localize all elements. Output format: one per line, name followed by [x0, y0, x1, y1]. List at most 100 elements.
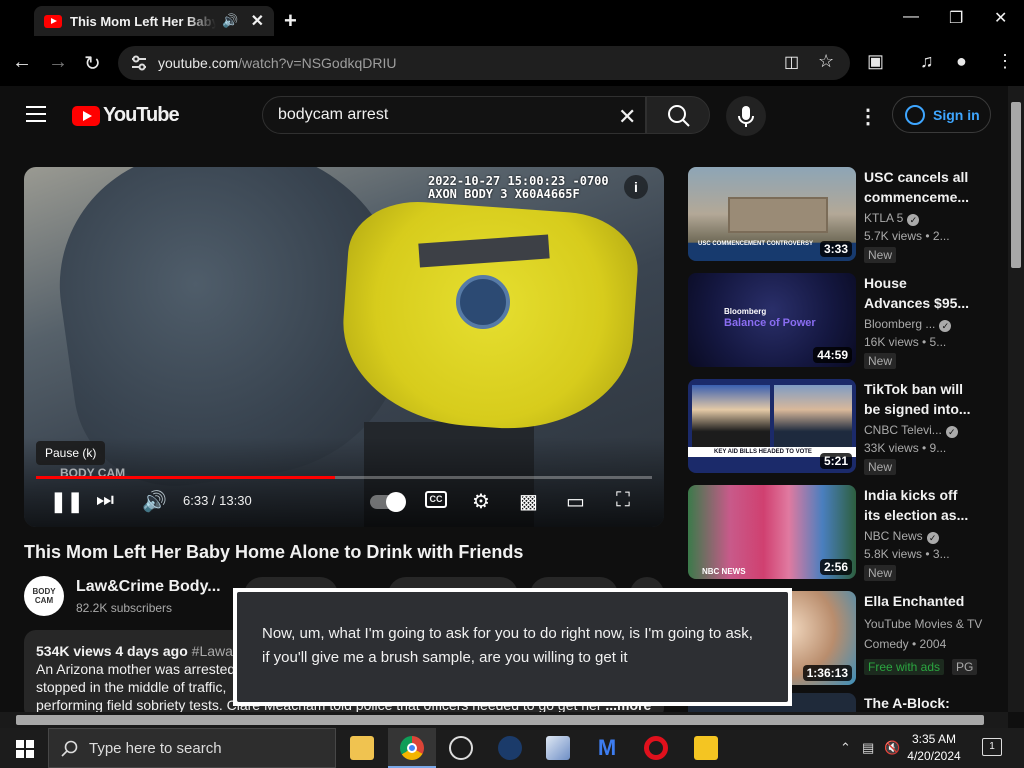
close-tab-icon[interactable]: ✕ [251, 11, 264, 31]
sign-in-label: Sign in [933, 106, 980, 123]
clear-search-icon[interactable]: ✕ [618, 104, 636, 130]
video-meta: Comedy • 2004 [864, 637, 947, 651]
progress-fill [36, 476, 335, 479]
clock-date: 4/20/2024 [907, 749, 961, 763]
notification-count: 1 [989, 741, 995, 752]
video-title: USC cancels all commenceme... [864, 169, 970, 205]
channel-name[interactable]: NBC News ✓ [864, 529, 939, 544]
notification-center-icon[interactable]: 1 [982, 738, 1002, 756]
back-icon[interactable]: ← [12, 51, 32, 74]
theater-mode-icon[interactable]: ▭ [566, 489, 585, 514]
video-duration: 44:59 [813, 347, 852, 363]
browser-tab[interactable]: This Mom Left Her Baby Home Alone to Dri… [34, 6, 274, 36]
recommended-video[interactable]: USC COMMENCEMENT CONTROVERSY 3:33 USC ca… [688, 167, 1008, 263]
youtube-page: YouTube bodycam arrest ✕ ⋮ Sign in 2022-… [0, 86, 1008, 712]
verified-icon: ✓ [939, 320, 952, 332]
install-app-icon[interactable]: ◫ [784, 52, 799, 72]
account-icon [905, 105, 925, 125]
new-tab-button[interactable]: + [284, 8, 297, 34]
video-meta: 16K views • 5... [864, 335, 947, 349]
verified-icon: ✓ [926, 532, 939, 544]
recommended-video[interactable]: NBC NEWS 2:56 India kicks off its electio… [688, 485, 1008, 581]
steam-icon[interactable] [498, 736, 522, 760]
menu-icon[interactable] [26, 106, 46, 122]
info-icon[interactable]: i [624, 175, 648, 199]
settings-gear-icon[interactable]: ⚙ [472, 489, 490, 514]
bodycam-osd: 2022-10-27 15:00:23 -0700 AXON BODY 3 X6… [428, 175, 609, 201]
search-button[interactable] [646, 96, 710, 134]
profile-icon[interactable]: ● [956, 51, 967, 72]
url-host: youtube.com [158, 55, 239, 71]
scrollbar-thumb[interactable] [1011, 102, 1021, 268]
voice-search-button[interactable] [726, 96, 766, 136]
miniplayer-icon[interactable]: ▩ [519, 489, 538, 514]
taskbar-search[interactable]: Type here to search [48, 728, 336, 768]
video-frame-power-button [456, 275, 510, 329]
sign-in-button[interactable]: Sign in [892, 96, 991, 133]
reload-icon[interactable]: ↻ [84, 51, 101, 76]
youtube-logo[interactable]: YouTube [72, 104, 180, 127]
video-title: Ella Enchanted [864, 593, 965, 609]
microphone-icon [738, 106, 754, 127]
search-input[interactable]: bodycam arrest [262, 96, 646, 134]
video-meta: 33K views • 9... [864, 441, 947, 455]
video-duration: 3:33 [819, 241, 852, 257]
new-badge: New [864, 247, 897, 263]
minimize-icon[interactable]: — [903, 8, 919, 26]
close-window-icon[interactable]: ✕ [994, 8, 1007, 28]
fullscreen-icon[interactable]: ⛶ [616, 489, 630, 512]
video-player[interactable]: 2022-10-27 15:00:23 -0700 AXON BODY 3 X6… [24, 167, 664, 527]
verified-icon: ✓ [907, 214, 920, 226]
forward-icon[interactable]: → [48, 51, 68, 74]
settings-menu-icon[interactable]: ⋮ [858, 104, 878, 129]
channel-name[interactable]: Bloomberg ... ✓ [864, 317, 952, 332]
channel-name[interactable]: CNBC Televi... ✓ [864, 423, 958, 438]
channel-name[interactable]: Law&Crime Body... [76, 578, 221, 596]
taskbar-clock[interactable]: 3:35 AM 4/20/2024 [906, 731, 962, 765]
bookmark-star-icon[interactable]: ☆ [818, 51, 834, 72]
extensions-icon[interactable]: ▣ [867, 51, 884, 72]
recommended-video[interactable]: Bloomberg Balance of Power 44:59 House Ad… [688, 273, 1008, 369]
pause-icon[interactable]: ❚❚ [50, 489, 84, 514]
malwarebytes-icon[interactable]: M [595, 736, 619, 760]
video-thumbnail[interactable]: USC COMMENCEMENT CONTROVERSY 3:33 [688, 167, 856, 261]
windows-start-icon[interactable] [16, 740, 34, 758]
scrollbar-thumb[interactable] [16, 715, 984, 725]
channel-name[interactable]: KTLA 5 ✓ [864, 211, 920, 226]
hashtag[interactable]: #Lawa [192, 643, 233, 659]
horizontal-scrollbar[interactable] [0, 712, 1008, 728]
taskbar-search-placeholder: Type here to search [89, 739, 222, 757]
video-title: The A-Block: [864, 695, 950, 711]
media-control-icon[interactable]: ♫ [920, 51, 934, 72]
caption-text: Now, um, what I'm going to ask for you t… [237, 592, 788, 702]
address-bar[interactable]: youtube.com/watch?v=NSGodkqDRIU ◫ ☆ [118, 46, 850, 80]
browser-menu-icon[interactable]: ⋮ [996, 51, 1014, 72]
opera-icon[interactable] [644, 736, 668, 760]
video-thumbnail[interactable]: NBC NEWS 2:56 [688, 485, 856, 579]
vertical-scrollbar[interactable] [1008, 86, 1024, 712]
network-icon[interactable]: ▤ [862, 740, 874, 756]
obs-icon[interactable] [449, 736, 473, 760]
channel-avatar[interactable]: BODY CAM [24, 576, 64, 616]
file-explorer-icon[interactable] [350, 736, 374, 760]
chrome-icon[interactable] [400, 736, 424, 760]
free-with-ads-badge: Free with ads [864, 659, 945, 675]
volume-muted-icon[interactable]: 🔇 [884, 740, 900, 756]
video-thumbnail[interactable]: KEY AID BILLS HEADED TO VOTE 5:21 [688, 379, 856, 473]
captions-icon[interactable]: CC [425, 491, 447, 508]
sticky-notes-icon[interactable] [694, 736, 718, 760]
next-icon[interactable]: ⏭ [96, 489, 114, 512]
thumbnail-caption: NBC NEWS [702, 567, 746, 576]
site-info-icon[interactable] [130, 54, 148, 72]
channel-name[interactable]: YouTube Movies & TV [864, 617, 982, 631]
restore-icon[interactable]: ❐ [949, 8, 963, 28]
volume-icon[interactable]: 🔊 [142, 489, 167, 514]
speaker-icon[interactable]: 🔊 [222, 13, 238, 29]
autoplay-toggle[interactable] [370, 492, 406, 512]
video-title: House Advances $95... [864, 275, 970, 311]
video-thumbnail[interactable]: Bloomberg Balance of Power 44:59 [688, 273, 856, 367]
editor-app-icon[interactable] [546, 736, 570, 760]
show-hidden-icons[interactable]: ⌃ [840, 740, 851, 756]
recommended-video[interactable]: KEY AID BILLS HEADED TO VOTE 5:21 TikTok… [688, 379, 1008, 475]
progress-bar[interactable] [36, 476, 652, 479]
